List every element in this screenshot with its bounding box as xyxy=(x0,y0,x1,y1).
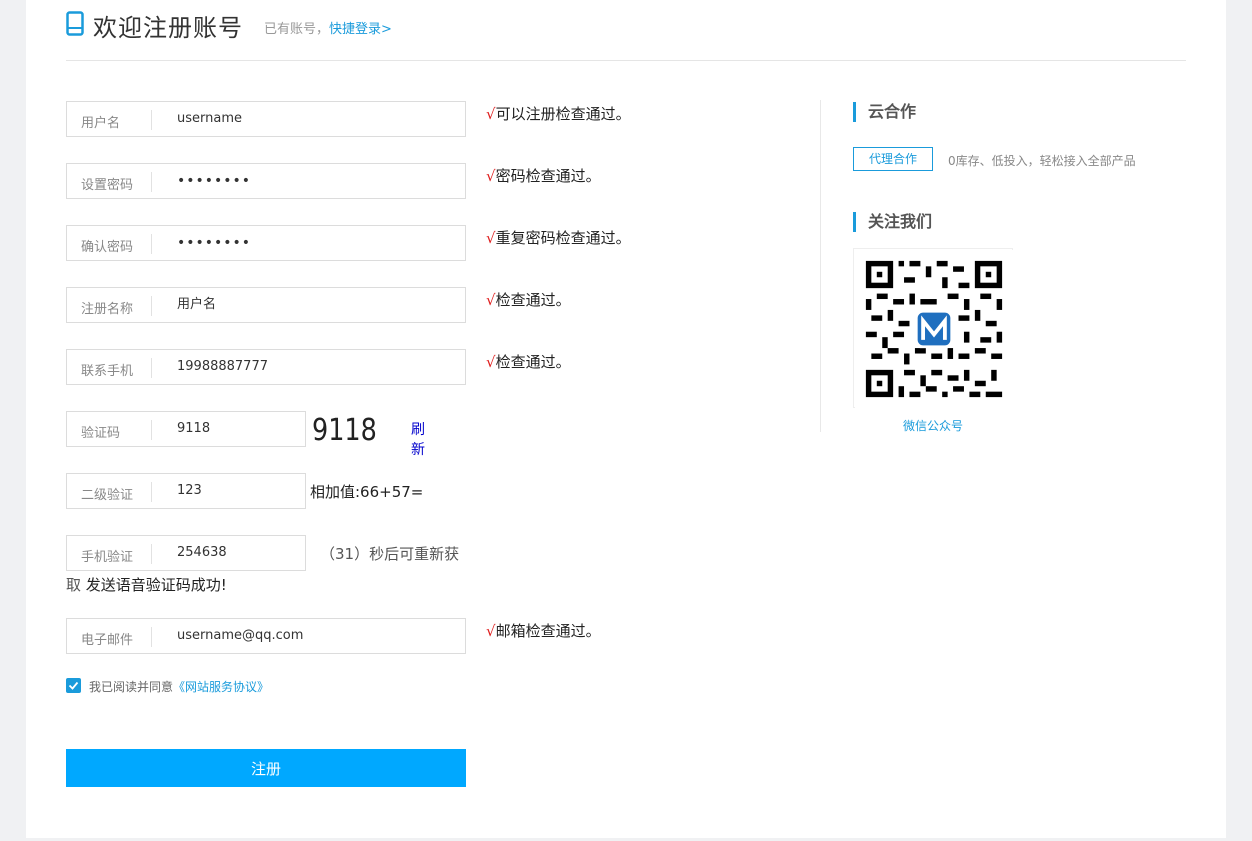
field-divider xyxy=(151,544,152,564)
checkmark-icon xyxy=(68,681,79,690)
resend-countdown: （31）秒后可重新获 xyxy=(320,545,460,563)
field-divider xyxy=(151,234,152,254)
password-input[interactable] xyxy=(177,164,397,198)
field-divider xyxy=(151,110,152,130)
password-label: 设置密码 xyxy=(81,178,134,193)
quick-login-link[interactable]: 快捷登录> xyxy=(329,22,392,37)
password-msg: 密码检查通过。 xyxy=(495,167,601,185)
mobile-label: 联系手机 xyxy=(81,364,134,379)
send-status: 取 发送语音验证码成功! xyxy=(66,574,227,595)
confirm-password-field[interactable]: 确认密码 xyxy=(66,225,466,261)
mobile-input[interactable] xyxy=(177,350,397,384)
captcha-label: 验证码 xyxy=(81,426,121,441)
phone-icon xyxy=(66,11,84,36)
email-input[interactable] xyxy=(177,619,397,653)
check-mark: √ xyxy=(486,291,496,309)
wechat-qr-code xyxy=(853,248,1013,408)
username-msg: 可以注册检查通过。 xyxy=(495,105,631,123)
agree-checkbox[interactable] xyxy=(66,678,81,693)
field-divider xyxy=(151,172,152,192)
regname-label: 注册名称 xyxy=(81,302,134,317)
username-input[interactable] xyxy=(177,102,397,136)
captcha-refresh-link[interactable]: 刷新 xyxy=(411,419,425,459)
agent-description: 0库存、低投入，轻松接入全部产品 xyxy=(948,154,1136,168)
check-mark: √ xyxy=(486,353,496,371)
captcha-image-text: 9118 xyxy=(312,412,377,448)
phone-code-field[interactable]: 手机验证 xyxy=(66,535,306,571)
registration-panel: 欢迎注册账号 已有账号，快捷登录> 用户名 √可以注册检查通过。 设置密码 √密… xyxy=(26,0,1226,838)
regname-input[interactable] xyxy=(177,288,397,322)
countdown-continued: 取 xyxy=(66,576,82,594)
field-divider xyxy=(151,482,152,502)
email-field[interactable]: 电子邮件 xyxy=(66,618,466,654)
confirm-password-input[interactable] xyxy=(177,226,397,260)
captcha-field[interactable]: 验证码 xyxy=(66,411,306,447)
agent-coop-button[interactable]: 代理合作 xyxy=(853,147,933,171)
check-mark: √ xyxy=(486,167,496,185)
email-label: 电子邮件 xyxy=(81,633,134,648)
secondary-field[interactable]: 二级验证 xyxy=(66,473,306,509)
has-account-label: 已有账号， xyxy=(264,22,330,37)
username-label: 用户名 xyxy=(81,116,121,131)
check-mark: √ xyxy=(486,229,496,247)
qr-code-icon xyxy=(855,250,1013,408)
page-title: 欢迎注册账号 xyxy=(93,14,243,42)
username-field[interactable]: 用户名 xyxy=(66,101,466,137)
confirm-password-label: 确认密码 xyxy=(81,240,134,255)
sidebar-divider xyxy=(820,100,821,432)
check-mark: √ xyxy=(486,622,496,640)
agree-text: 我已阅读并同意《网站服务协议》 xyxy=(89,678,269,695)
captcha-image[interactable]: 9118 xyxy=(312,410,392,448)
confirm-password-status: √重复密码检查通过。 xyxy=(486,227,631,248)
has-account-text: 已有账号，快捷登录> xyxy=(264,18,392,37)
phone-code-label: 手机验证 xyxy=(81,550,134,565)
service-agreement-link[interactable]: 《网站服务协议》 xyxy=(173,680,269,694)
cloud-coop-heading: 云合作 xyxy=(853,102,916,122)
mobile-status: √检查通过。 xyxy=(486,351,571,372)
secondary-label: 二级验证 xyxy=(81,488,134,503)
mobile-msg: 检查通过。 xyxy=(495,353,571,371)
page-header: 欢迎注册账号 已有账号，快捷登录> xyxy=(66,0,1186,61)
field-divider xyxy=(151,627,152,647)
confirm-password-msg: 重复密码检查通过。 xyxy=(495,229,631,247)
secondary-input[interactable] xyxy=(177,474,297,508)
regname-status: √检查通过。 xyxy=(486,289,571,310)
register-button[interactable]: 注册 xyxy=(66,749,466,787)
follow-us-heading: 关注我们 xyxy=(853,212,932,232)
field-divider xyxy=(151,358,152,378)
email-msg: 邮箱检查通过。 xyxy=(495,622,601,640)
email-status: √邮箱检查通过。 xyxy=(486,620,601,641)
regname-msg: 检查通过。 xyxy=(495,291,571,309)
voice-code-sent-msg: 发送语音验证码成功! xyxy=(81,576,227,594)
captcha-input[interactable] xyxy=(177,412,297,446)
field-divider xyxy=(151,420,152,440)
math-hint: 相加值:66+57= xyxy=(310,483,424,501)
agree-label: 我已阅读并同意 xyxy=(89,680,174,694)
username-status: √可以注册检查通过。 xyxy=(486,103,631,124)
phone-code-input[interactable] xyxy=(177,536,297,570)
password-status: √密码检查通过。 xyxy=(486,165,601,186)
regname-field[interactable]: 注册名称 xyxy=(66,287,466,323)
field-divider xyxy=(151,296,152,316)
password-field[interactable]: 设置密码 xyxy=(66,163,466,199)
check-mark: √ xyxy=(486,105,496,123)
mobile-field[interactable]: 联系手机 xyxy=(66,349,466,385)
wechat-official-account-label: 微信公众号 xyxy=(902,419,963,433)
